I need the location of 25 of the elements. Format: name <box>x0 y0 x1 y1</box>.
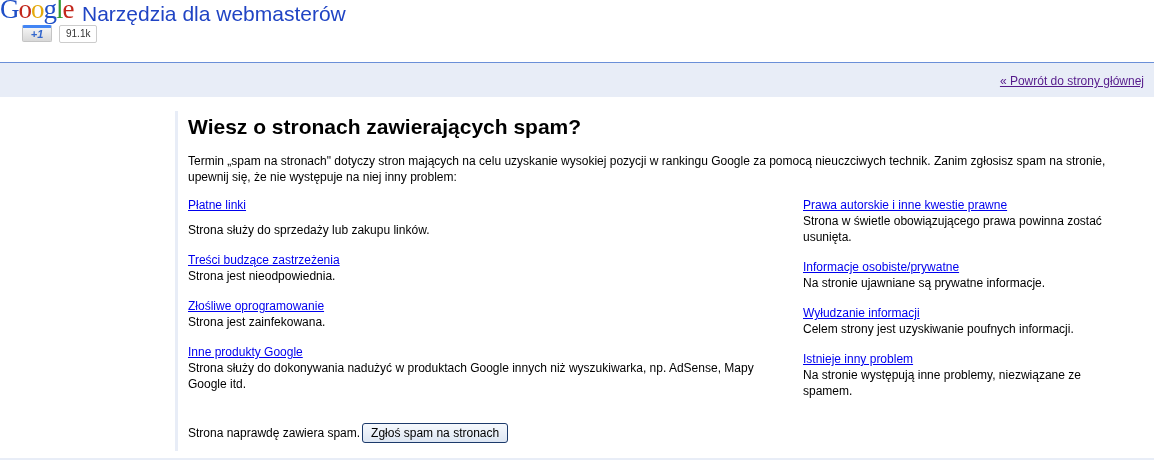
category-link[interactable]: Inne produkty Google <box>188 344 303 360</box>
category-description: Na stronie ujawniane są prywatne informacje. <box>803 275 1047 291</box>
category-link[interactable]: Wyłudzanie informacji <box>803 305 920 321</box>
category-link[interactable]: Treści budzące zastrzeżenia <box>188 252 340 268</box>
category-description: Strona służy do dokonywania nadużyć w produktach Google innych niż wyszukiwarka, np. AdSense, Mapy Google itd. <box>188 360 755 392</box>
plus-one-button[interactable]: +1 <box>22 25 52 42</box>
category-description: Na stronie występują inne problemy, niezwiązane ze spamem. <box>803 367 1082 399</box>
category-description: Strona jest nieodpowiednia. <box>188 268 337 284</box>
category-link[interactable]: Złośliwe oprogramowanie <box>188 298 325 314</box>
intro-text: Termin „spam na stronach" dotyczy stron mających na celu uzyskanie wysokiej pozycji w rankingu Google za pomocą nieuczciwych technik. Zanim zgłosisz spam na stronie, upewnij się, że nie występuje na niej inny problem: <box>188 153 1107 185</box>
category-description: Strona w świetle obowiązującego prawa powinna zostać usunięta. <box>803 213 1103 245</box>
back-link[interactable]: « Powrót do strony głównej <box>999 74 1144 88</box>
report-spam-button[interactable]: Zgłoś spam na stronach <box>362 423 509 443</box>
category-description: Strona służy do sprzedaży lub zakupu linków. <box>188 222 431 238</box>
plus-one-count: 91.1k <box>59 25 98 43</box>
category-link[interactable]: Informacje osobiste/prywatne <box>803 259 960 275</box>
category-link[interactable]: Istnieje inny problem <box>803 351 914 367</box>
confirm-text: Strona naprawdę zawiera spam. <box>188 426 361 440</box>
category-link[interactable]: Płatne linki <box>188 197 247 213</box>
google-logo: Google <box>0 0 74 25</box>
category-link[interactable]: Prawa autorskie i inne kwestie prawne <box>803 197 1008 213</box>
heading: Wiesz o stronach zawierających spam? <box>188 115 583 139</box>
page-title: Narzędzia dla webmasterów <box>82 2 346 26</box>
category-description: Strona jest zainfekowana. <box>188 314 327 330</box>
category-description: Celem strony jest uzyskiwanie poufnych informacji. <box>803 321 1075 337</box>
